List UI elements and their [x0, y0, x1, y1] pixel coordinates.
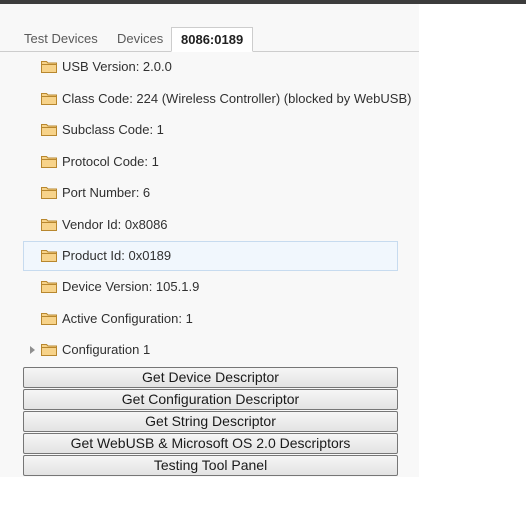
- folder-icon: [41, 156, 57, 168]
- folder-icon: [41, 281, 57, 293]
- tree-item-label: USB Version: 2.0.0: [62, 59, 172, 74]
- folder-icon: [41, 187, 57, 199]
- folder-icon: [41, 219, 57, 231]
- tree-item-device-version[interactable]: Device Version: 105.1.9: [23, 272, 398, 302]
- folder-icon: [41, 61, 57, 73]
- triangle-right-icon[interactable]: [30, 346, 35, 354]
- tree-item-subclass-code[interactable]: Subclass Code: 1: [23, 115, 398, 145]
- tree-item-label: Subclass Code: 1: [62, 122, 164, 137]
- tree-item-active-configuration[interactable]: Active Configuration: 1: [23, 304, 398, 334]
- folder-icon: [41, 344, 57, 356]
- get-device-descriptor-button[interactable]: Get Device Descriptor: [23, 367, 398, 388]
- tree-item-port-number[interactable]: Port Number: 6: [23, 178, 398, 208]
- get-string-descriptor-button[interactable]: Get String Descriptor: [23, 411, 398, 432]
- tab-devices[interactable]: Devices: [110, 27, 170, 52]
- folder-icon: [41, 250, 57, 262]
- tree-item-usb-version[interactable]: USB Version: 2.0.0: [23, 52, 398, 82]
- tree-item-label: Configuration 1: [62, 342, 151, 357]
- folder-icon: [41, 313, 57, 325]
- get-webusb-descriptors-button[interactable]: Get WebUSB & Microsoft OS 2.0 Descriptor…: [23, 433, 398, 454]
- tree-item-configuration-1[interactable]: Configuration 1: [23, 335, 398, 365]
- get-configuration-descriptor-button[interactable]: Get Configuration Descriptor: [23, 389, 398, 410]
- tree-item-protocol-code[interactable]: Protocol Code: 1: [23, 147, 398, 177]
- testing-tool-panel-button[interactable]: Testing Tool Panel: [23, 455, 398, 476]
- tree-item-label: Protocol Code: 1: [62, 154, 159, 169]
- tree-item-vendor-id[interactable]: Vendor Id: 0x8086: [23, 210, 398, 240]
- tree-item-label: Product Id: 0x0189: [62, 248, 172, 263]
- folder-icon: [41, 93, 57, 105]
- tree-item-label: Vendor Id: 0x8086: [62, 217, 168, 232]
- tree-item-product-id[interactable]: Product Id: 0x0189: [23, 241, 398, 271]
- tree-item-label: Device Version: 105.1.9: [62, 279, 200, 294]
- tree-item-label: Active Configuration: 1: [62, 311, 193, 326]
- tab-device-8086-0189[interactable]: 8086:0189: [171, 27, 254, 52]
- tree-item-class-code[interactable]: Class Code: 224 (Wireless Controller) (b…: [23, 84, 411, 114]
- folder-icon: [41, 124, 57, 136]
- tree-item-label: Class Code: 224 (Wireless Controller) (b…: [62, 91, 412, 106]
- tab-test-devices[interactable]: Test Devices: [17, 27, 105, 52]
- tree-item-label: Port Number: 6: [62, 185, 151, 200]
